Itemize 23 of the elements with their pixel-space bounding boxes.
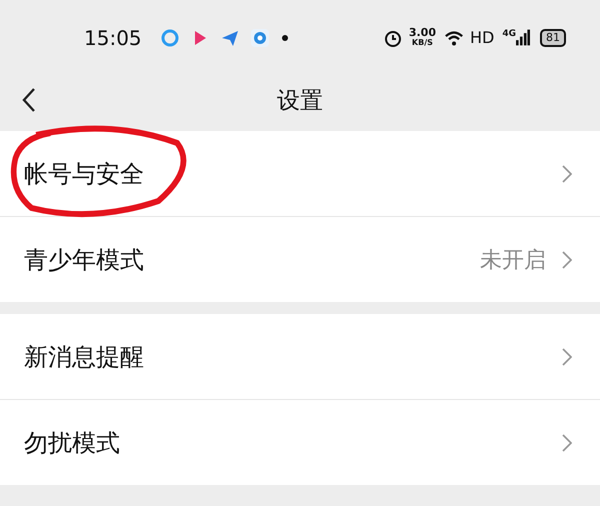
chevron-icon [562, 164, 572, 182]
settings-row[interactable]: 新消息提醒 [0, 314, 600, 400]
battery-level: 81 [540, 28, 566, 46]
settings-row[interactable]: 帐号与安全 [0, 131, 600, 217]
hd-label: HD [470, 28, 494, 47]
speed-unit: KB/S [412, 38, 433, 48]
chevron-icon [562, 348, 572, 366]
settings-row[interactable]: 青少年模式 未开启 [0, 217, 600, 302]
chevron-icon [562, 434, 572, 452]
row-label: 勿扰模式 [24, 428, 121, 458]
settings-row[interactable]: 勿扰模式 [0, 400, 600, 485]
notification-dot-icon [282, 34, 288, 40]
status-time: 15:05 [84, 26, 142, 50]
row-label: 青少年模式 [24, 244, 145, 276]
signal-icon [516, 29, 530, 46]
network-label: 4G [502, 29, 516, 39]
row-label: 帐号与安全 [24, 158, 145, 190]
back-icon[interactable] [22, 87, 36, 113]
speed-value: 3.00 [408, 28, 436, 38]
row-label: 新消息提醒 [24, 342, 145, 372]
chevron-icon [562, 250, 572, 268]
row-value: 未开启 [480, 246, 546, 274]
page-title: 设置 [277, 86, 323, 116]
